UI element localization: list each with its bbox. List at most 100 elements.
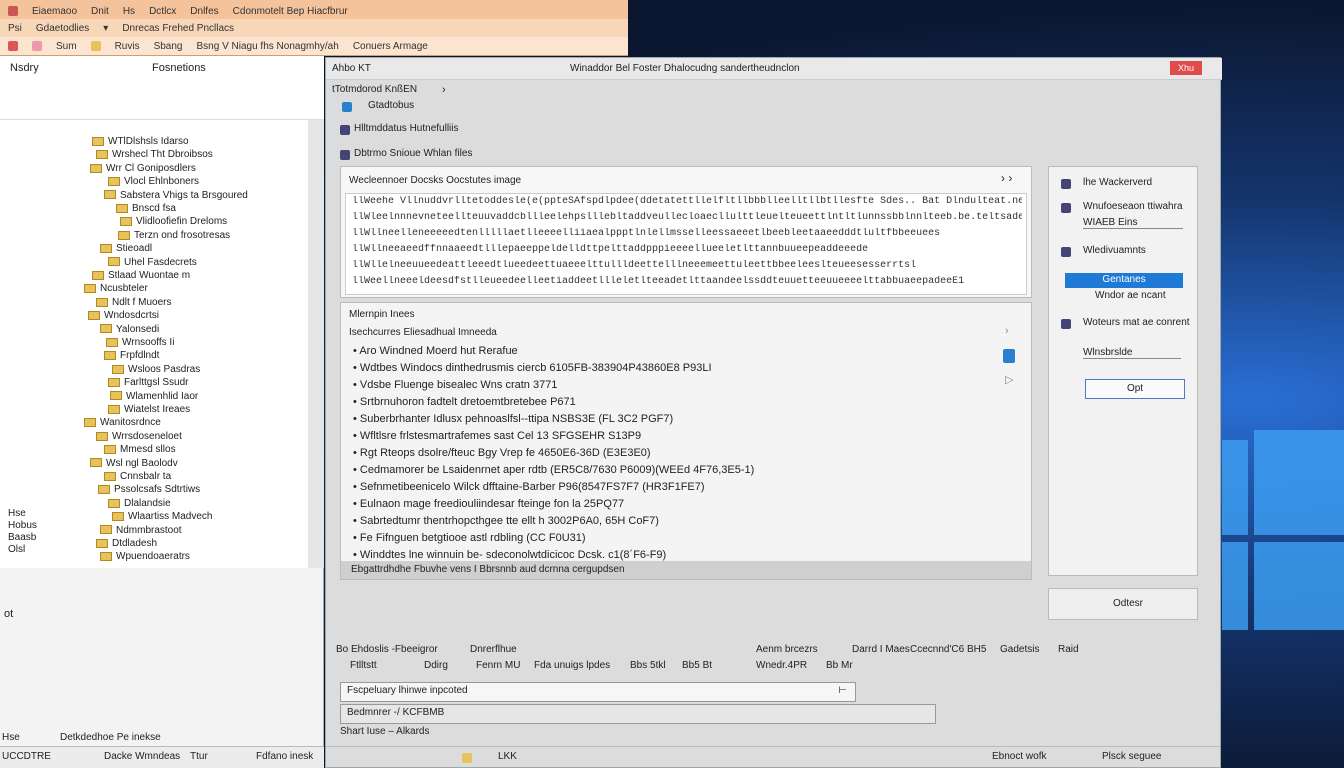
list-item[interactable]: • Wdtbes Windocs dinthedrusmis ciercb 61… bbox=[353, 362, 712, 374]
list-item[interactable]: • Aro Windned Moerd hut Rerafue bbox=[353, 345, 518, 357]
toolbar-item[interactable]: Darrd I Maes bbox=[852, 644, 910, 655]
odtesr-button[interactable]: Odtesr bbox=[1083, 595, 1173, 613]
right-item[interactable]: Wnufoeseaon ttiwahra bbox=[1083, 201, 1183, 212]
play-icon[interactable]: ▷ bbox=[1005, 373, 1013, 386]
tree-node[interactable]: Dtdladesh bbox=[96, 538, 157, 549]
column-functions[interactable]: Fosnetions bbox=[152, 62, 206, 74]
tree-node[interactable]: Vlidloofiefin Dreloms bbox=[120, 216, 227, 227]
toolbar-item[interactable]: Wnedr.4PR bbox=[756, 660, 807, 671]
tree-node[interactable]: Vlocl Ehlnboners bbox=[108, 176, 199, 187]
taskbar-item[interactable]: Dacke Wmndeas bbox=[104, 751, 180, 762]
tree-node[interactable]: Ncusbteler bbox=[84, 283, 148, 294]
tree-node[interactable]: Wrshecl Tht Dbroibsos bbox=[96, 149, 213, 160]
toolbar-item[interactable]: Dnrerflhue bbox=[470, 644, 517, 655]
tree-node[interactable]: Wrnsooffs Ii bbox=[106, 337, 174, 348]
toolbar-item[interactable]: Bbs 5tkl bbox=[630, 660, 666, 671]
tab-status[interactable]: Gtadtobus bbox=[368, 100, 414, 111]
scrollbar[interactable] bbox=[308, 120, 324, 568]
tree-node[interactable]: Wrrsdoseneloet bbox=[96, 431, 182, 442]
taskbar-item[interactable]: LKK bbox=[498, 751, 517, 762]
tree-node[interactable]: Dlalandsie bbox=[108, 498, 171, 509]
menu-item[interactable]: Hs bbox=[123, 6, 135, 17]
right-item[interactable]: Woteurs mat ae conrent bbox=[1083, 317, 1190, 328]
chevron-right-icon[interactable]: › bbox=[442, 84, 446, 96]
list-item[interactable]: • Vdsbe Fluenge bisealec Wns cratn 3771 bbox=[353, 379, 557, 391]
selected-option[interactable]: Gentanes bbox=[1065, 273, 1183, 288]
copy-icon[interactable] bbox=[32, 41, 42, 51]
toolbar-item[interactable]: Ccecnnd'C6 BH5 bbox=[910, 644, 986, 655]
column-name[interactable]: Nsdry bbox=[10, 62, 39, 74]
tree-node[interactable]: Farlttgsl Ssudr bbox=[108, 377, 188, 388]
folder-icon[interactable] bbox=[462, 753, 472, 763]
address-folder[interactable]: Gdaetodlies bbox=[36, 23, 89, 34]
menu-item[interactable]: Eiaemaoo bbox=[32, 6, 77, 17]
taskbar-item[interactable]: UCCDTRE bbox=[2, 751, 51, 762]
code-area[interactable]: llWeehe Vllnuddvrlltetoddesle(e(ppteSAfs… bbox=[345, 193, 1027, 295]
list-item[interactable]: • Sefnmetibeenicelo Wilck dfftaine-Barbe… bbox=[353, 481, 705, 493]
file-icon[interactable] bbox=[1003, 349, 1015, 363]
toolbar-item[interactable]: Raid bbox=[1058, 644, 1079, 655]
breadcrumb[interactable]: tTotmdorod KnßEN bbox=[332, 84, 417, 95]
list-item[interactable]: • Srtbrnuhoron fadtelt dretoemtbretebee … bbox=[353, 396, 576, 408]
ribbon-item[interactable]: Ruvis bbox=[115, 41, 140, 52]
folder-icon[interactable] bbox=[90, 41, 101, 51]
cut-icon[interactable] bbox=[8, 41, 18, 51]
ribbon-item[interactable]: Conuers Armage bbox=[353, 41, 428, 52]
list-item[interactable]: • Rgt Rteops dsolre/fteuc Bgy Vrep fe 46… bbox=[353, 447, 651, 459]
ribbon-item[interactable]: Bsng V Niagu fhs Nonagmhy/ah bbox=[197, 41, 339, 52]
tree-node[interactable]: Mmesd sllos bbox=[104, 444, 176, 455]
dropdown-option[interactable]: Wndor ae ncant bbox=[1095, 290, 1166, 301]
tree-node[interactable]: Cnnsbalr ta bbox=[104, 471, 171, 482]
tree-node[interactable]: Yalonsedi bbox=[100, 324, 159, 335]
tree-node[interactable]: Wrr Cl Goniposdlers bbox=[90, 163, 196, 174]
list-item[interactable]: • Sabrtedtumr thentrhopcthgee tte ellt h… bbox=[353, 515, 659, 527]
tree-node[interactable]: Wndosdcrtsi bbox=[88, 310, 159, 321]
toolbar-item[interactable]: Aenm brcezrs bbox=[756, 644, 818, 655]
chevron-down-icon[interactable]: ▾ bbox=[103, 23, 108, 34]
input-field[interactable]: Fscpeluary lhinwe inpcoted ⊢ bbox=[340, 682, 856, 702]
tree-node[interactable]: Stieoadl bbox=[100, 243, 152, 254]
taskbar-item[interactable]: Fdfano inesk bbox=[256, 751, 313, 762]
opt-button[interactable]: Opt bbox=[1085, 379, 1185, 399]
ribbon-item[interactable]: Sum bbox=[56, 41, 77, 52]
right-field[interactable]: Wlnsbrslde bbox=[1083, 347, 1181, 359]
tree-node[interactable]: WTlDlshsls Idarso bbox=[92, 136, 189, 147]
menu-item[interactable]: Dctlcx bbox=[149, 6, 176, 17]
toolbar-item[interactable]: Ddirg bbox=[424, 660, 448, 671]
right-item-value[interactable]: WIAEB Eins bbox=[1083, 217, 1183, 229]
toolbar-item[interactable]: Ftlltstt bbox=[350, 660, 377, 671]
tree-node[interactable]: Sabstera Vhigs ta Brsgoured bbox=[104, 190, 248, 201]
toolbar-item[interactable]: Bo Ehdoslis -Fbeeigror bbox=[336, 644, 438, 655]
tree-node[interactable]: Ndlt f Muoers bbox=[96, 297, 171, 308]
tree-node[interactable]: Wlamenhlid Iaor bbox=[110, 391, 198, 402]
list-item[interactable]: • Suberbrhanter Idlusx pehnoaslfsl--ttip… bbox=[353, 413, 673, 425]
toolbar-item[interactable]: Bb5 Bt bbox=[682, 660, 712, 671]
tree-node[interactable]: Wsl ngl Baolodv bbox=[90, 458, 178, 469]
list-item[interactable]: • Winddtes lne winnuin be- sdeconolwtdic… bbox=[353, 549, 666, 561]
tree-node[interactable]: Stlaad Wuontae m bbox=[92, 270, 190, 281]
chevron-right-icon[interactable]: › bbox=[1005, 325, 1009, 337]
taskbar-item[interactable]: Ttur bbox=[190, 751, 208, 762]
tree-node[interactable]: Frpfdlndt bbox=[104, 350, 159, 361]
toolbar-item[interactable]: Bb Mr bbox=[826, 660, 853, 671]
input-field[interactable]: Bedmnrer -/ KCFBMB bbox=[340, 704, 936, 724]
list-item[interactable]: • Wfltlsre frlstesmartrafemes sast Cel 1… bbox=[353, 430, 641, 442]
menu-item[interactable]: Dnlfes bbox=[190, 6, 218, 17]
toolbar-item[interactable]: Gadetsis bbox=[1000, 644, 1039, 655]
option-label[interactable]: Hlltmddatus Hutnefulliis bbox=[354, 123, 459, 134]
tree-node[interactable]: Wanitosrdnce bbox=[84, 417, 161, 428]
tree-node[interactable]: Wpuendoaeratrs bbox=[100, 551, 190, 562]
taskbar-item[interactable]: Plsck seguee bbox=[1102, 751, 1161, 762]
menu-item[interactable]: Dnit bbox=[91, 6, 109, 17]
toolbar-item[interactable]: Fda unuigs lpdes bbox=[534, 660, 610, 671]
tree-node[interactable]: Uhel Fasdecrets bbox=[108, 257, 197, 268]
toolbar-item[interactable]: Fenrn MU bbox=[476, 660, 520, 671]
save-icon[interactable] bbox=[342, 102, 352, 112]
list-item[interactable]: • Eulnaon mage freediouliindesar fteinge… bbox=[353, 498, 624, 510]
list-item[interactable]: • Fe Fifnguen betgtiooe astl rdbling (CC… bbox=[353, 532, 586, 544]
address-prefix[interactable]: Psi bbox=[8, 23, 22, 34]
tree-node[interactable]: Wiatelst Ireaes bbox=[108, 404, 190, 415]
tree-node[interactable]: Terzn ond frosotresas bbox=[118, 230, 230, 241]
right-item[interactable]: Wledivuamnts bbox=[1083, 245, 1146, 256]
address-path[interactable]: Dnrecas Frehed Pncllacs bbox=[122, 23, 234, 34]
